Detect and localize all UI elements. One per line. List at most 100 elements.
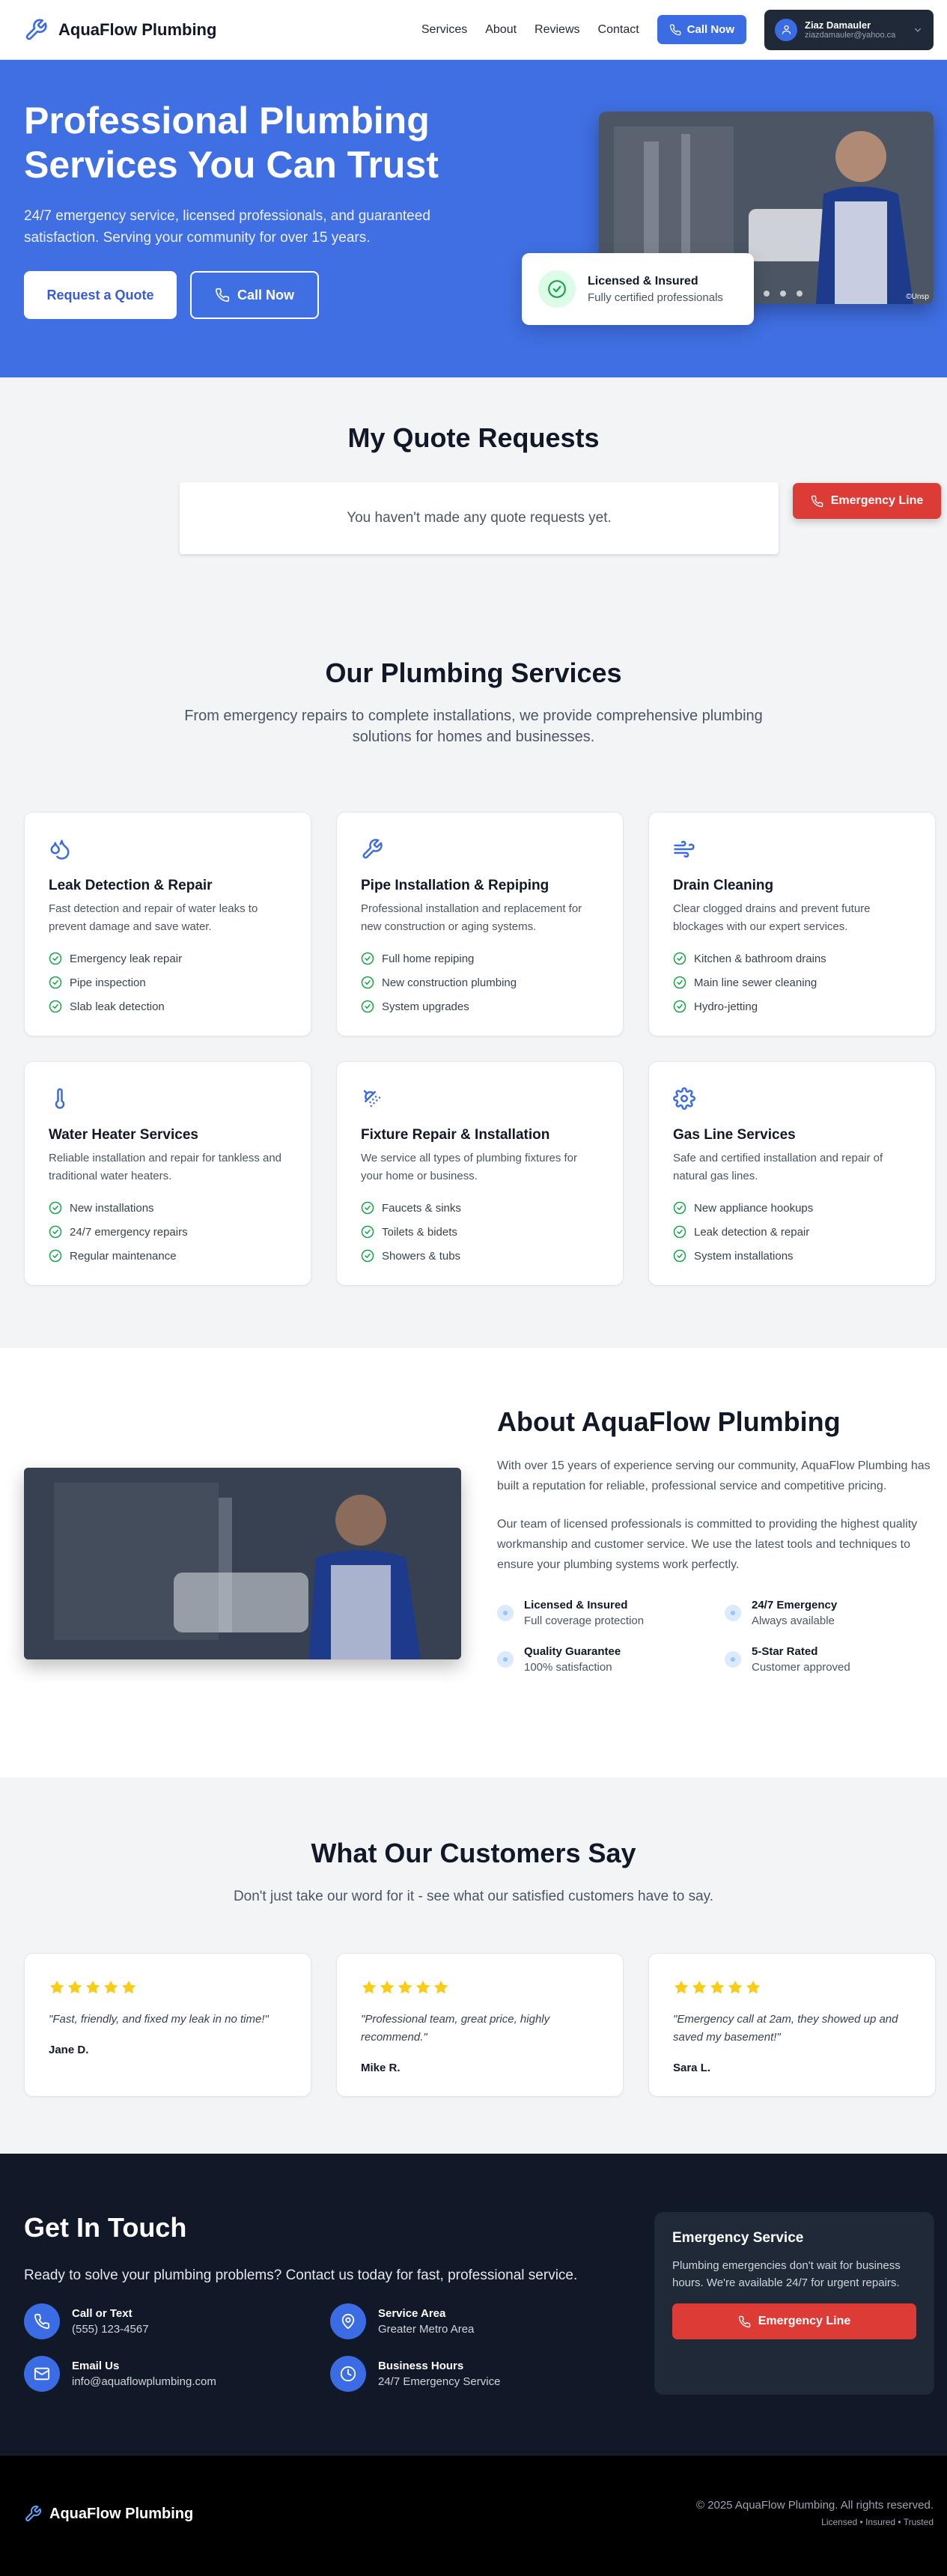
- nav-call-button[interactable]: Call Now: [657, 15, 746, 44]
- carousel-dot[interactable]: [779, 291, 786, 297]
- feature-sub: 100% satisfaction: [524, 1661, 612, 1674]
- nav-link-contact[interactable]: Contact: [598, 23, 639, 37]
- testimonial-author: Sara L.: [673, 2062, 711, 2074]
- service-card-leak[interactable]: Leak Detection & Repair Fast detection a…: [24, 812, 311, 1036]
- testimonial-author: Jane D.: [49, 2044, 89, 2056]
- testimonial-card: "Emergency call at 2am, they showed up a…: [648, 1953, 936, 2097]
- contact-phone[interactable]: Call or Text (555) 123-4567: [24, 2303, 330, 2339]
- chevron-down-icon: [914, 28, 922, 32]
- feature-label: System upgrades: [382, 1000, 469, 1013]
- nav-link-services[interactable]: Services: [421, 23, 467, 37]
- star-icon: [728, 1980, 743, 1994]
- list-item: Regular maintenance: [49, 1244, 287, 1268]
- feature-label: Hydro-jetting: [694, 1000, 758, 1013]
- testimonial-author: Mike R.: [361, 2062, 401, 2074]
- brand-logo[interactable]: AquaFlow Plumbing: [24, 18, 216, 42]
- about-paragraph-2: Our team of licensed professionals is co…: [497, 1518, 918, 1571]
- badge-icon-wrap: [538, 270, 576, 308]
- feature-label: New construction plumbing: [382, 976, 517, 989]
- feature-title: Quality Guarantee: [524, 1645, 621, 1658]
- testimonials-grid: "Fast, friendly, and fixed my leak in no…: [24, 1953, 936, 2097]
- mail-icon: [34, 2367, 50, 2381]
- contact-email[interactable]: Email Us info@aquaflowplumbing.com: [24, 2356, 330, 2392]
- service-card-fixture[interactable]: Fixture Repair & Installation We service…: [336, 1061, 624, 1286]
- check-circle-icon: [673, 1249, 686, 1263]
- footer-brand[interactable]: AquaFlow Plumbing: [24, 2505, 193, 2523]
- services-subtitle: From emergency repairs to complete insta…: [184, 708, 763, 745]
- service-features: Full home repiping New construction plum…: [361, 947, 599, 1018]
- star-icon: [67, 1980, 82, 1994]
- service-desc: Safe and certified installation and repa…: [673, 1152, 883, 1182]
- service-card-water-heater[interactable]: Water Heater Services Reliable installat…: [24, 1061, 311, 1286]
- service-features: New appliance hookups Leak detection & r…: [673, 1196, 911, 1268]
- feature-label: New installations: [70, 1201, 154, 1215]
- about-paragraph-1: With over 15 years of experience serving…: [497, 1459, 931, 1492]
- star-icon: [674, 1980, 689, 1994]
- bullet-icon: [497, 1605, 514, 1621]
- check-circle-icon: [49, 1249, 62, 1263]
- list-item: Toilets & bidets: [361, 1220, 599, 1244]
- nav-link-reviews[interactable]: Reviews: [535, 23, 579, 37]
- wrench-icon: [25, 18, 47, 40]
- emergency-line-label: Emergency Line: [830, 494, 924, 507]
- service-card-pipe[interactable]: Pipe Installation & Repiping Professiona…: [336, 812, 624, 1036]
- check-circle-icon: [361, 1000, 374, 1013]
- feature-title: 5-Star Rated: [752, 1645, 818, 1658]
- wrench-icon: [25, 2506, 41, 2521]
- star-rating: [361, 1979, 599, 1996]
- user-menu[interactable]: Ziaz Damauler ziazdamauler@yahoo.ca: [764, 9, 934, 50]
- about-title: About AquaFlow Plumbing: [497, 1406, 841, 1437]
- gear-icon: [673, 1087, 695, 1110]
- star-icon: [380, 1980, 395, 1994]
- badge-text: Licensed & Insured Fully certified profe…: [588, 275, 723, 304]
- top-nav: AquaFlow Plumbing Services About Reviews…: [0, 0, 947, 60]
- quote-requests-title: My Quote Requests: [347, 422, 600, 453]
- contact-item-value: (555) 123-4567: [72, 2323, 149, 2336]
- check-circle-icon: [673, 1225, 686, 1239]
- star-icon: [103, 1980, 118, 1994]
- bullet-icon: [497, 1651, 514, 1668]
- list-item: Hydro-jetting: [673, 994, 911, 1018]
- check-circle-icon: [673, 976, 686, 989]
- emergency-line-button[interactable]: Emergency Line: [793, 483, 941, 519]
- feature-label: Leak detection & repair: [694, 1225, 810, 1239]
- star-rating: [673, 1979, 911, 1996]
- star-icon: [710, 1980, 725, 1994]
- check-circle-icon: [49, 952, 62, 965]
- service-features: Kitchen & bathroom drains Main line sewe…: [673, 947, 911, 1018]
- list-item: Full home repiping: [361, 947, 599, 970]
- footer-brand-name: AquaFlow Plumbing: [49, 2505, 194, 2522]
- emergency-line-label: Emergency Line: [758, 2315, 851, 2327]
- list-item: Leak detection & repair: [673, 1220, 911, 1244]
- contact-icon-wrap: [330, 2303, 366, 2339]
- phone-icon: [811, 495, 823, 507]
- phone-icon: [34, 2313, 50, 2330]
- contact-service-area: Service Area Greater Metro Area: [330, 2303, 630, 2339]
- service-card-gas[interactable]: Gas Line Services Safe and certified ins…: [648, 1061, 936, 1286]
- service-desc: Professional installation and replacemen…: [361, 902, 582, 933]
- image-credit: ©Unsp: [906, 293, 929, 301]
- feature-label: 24/7 emergency repairs: [70, 1225, 188, 1239]
- about-feature: Quality Guarantee 100% satisfaction: [497, 1645, 725, 1674]
- service-desc: Fast detection and repair of water leaks…: [49, 902, 258, 933]
- service-title: Leak Detection & Repair: [49, 878, 213, 893]
- emergency-line-button[interactable]: Emergency Line: [672, 2303, 916, 2339]
- request-quote-button[interactable]: Request a Quote: [24, 271, 177, 319]
- feature-label: Showers & tubs: [382, 1249, 461, 1263]
- phone-icon: [215, 288, 230, 303]
- phone-icon: [669, 24, 680, 35]
- feature-label: Pipe inspection: [70, 976, 146, 989]
- nav-link-about[interactable]: About: [485, 23, 517, 37]
- about-feature: 24/7 Emergency Always available: [725, 1599, 934, 1627]
- droplets-icon: [50, 839, 70, 860]
- carousel-dot[interactable]: [763, 291, 770, 297]
- testimonial-quote: "Professional team, great price, highly …: [361, 2013, 550, 2044]
- list-item: System installations: [673, 1244, 911, 1268]
- about-feature: 5-Star Rated Customer approved: [725, 1645, 934, 1674]
- bullet-icon: [725, 1605, 741, 1621]
- service-card-drain[interactable]: Drain Cleaning Clear clogged drains and …: [648, 812, 936, 1036]
- testimonial-quote: "Emergency call at 2am, they showed up a…: [673, 2013, 898, 2044]
- hero-call-button[interactable]: Call Now: [190, 271, 319, 319]
- user-name: Ziaz Damauler: [805, 19, 871, 31]
- carousel-dot[interactable]: [796, 291, 803, 297]
